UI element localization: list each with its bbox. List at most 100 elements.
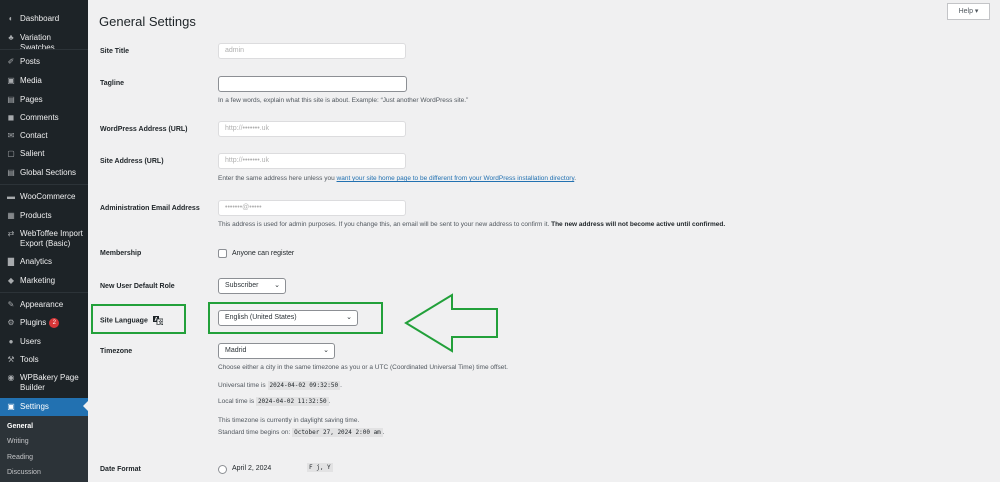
site-address-label: Site Address (URL): [100, 158, 164, 165]
dashboard-icon: ◐: [8, 14, 14, 23]
page-title: General Settings: [99, 14, 196, 29]
local-time-value: 2024-04-02 11:32:50: [255, 397, 329, 406]
select-value: Subscriber: [225, 282, 259, 289]
date-format-option-label: April 2, 2024: [232, 465, 272, 472]
swatches-icon: ♣: [8, 33, 14, 42]
anyone-can-register-label: Anyone can register: [232, 250, 295, 257]
default-role-label: New User Default Role: [100, 283, 175, 290]
site-language-label-highlight: [91, 304, 186, 334]
admin-email-input[interactable]: •••••••@•••••: [218, 200, 406, 216]
brush-icon: ✎: [7, 300, 15, 309]
analytics-icon: ▇: [7, 257, 15, 266]
site-address-description: Enter the same address here unless you w…: [218, 175, 576, 182]
import-export-icon: ⇄: [7, 229, 15, 238]
universal-time-label: Universal time is: [218, 382, 266, 389]
universal-time: Universal time is 2024-04-02 09:32:50.: [218, 381, 342, 390]
products-icon: ▦: [7, 211, 15, 220]
user-icon: ●: [8, 337, 14, 346]
date-format-label: Date Format: [100, 466, 141, 473]
site-title-input[interactable]: admin: [218, 43, 406, 59]
site-language-select-highlight: [208, 302, 383, 334]
site-address-help-link[interactable]: want your site home page to be different…: [337, 175, 575, 182]
local-time-label: Local time is: [218, 398, 255, 405]
admin-email-label: Administration Email Address: [100, 205, 200, 212]
settings-submenu: General Writing Reading Discussion: [0, 416, 88, 482]
desc-text: This address is used for admin purposes.…: [218, 221, 552, 228]
admin-sidebar: ◐ Dashboard ♣ Variation Swatches ✐ Posts ▣ M…: [0, 0, 89, 482]
submenu-discussion[interactable]: Discussion: [7, 469, 41, 476]
timezone-select[interactable]: Madrid ⌄: [218, 343, 335, 359]
submenu-reading[interactable]: Reading: [7, 454, 33, 461]
menu-label: Users: [20, 337, 41, 346]
menu-label: Global Sections: [20, 168, 77, 177]
local-time: Local time is 2024-04-02 11:32:50.: [218, 397, 331, 406]
submenu-general[interactable]: General: [7, 423, 33, 430]
menu-label: Settings: [20, 402, 49, 411]
standard-time: Standard time begins on: October 27, 202…: [218, 428, 385, 437]
active-indicator: [83, 400, 89, 412]
menu-wpbakery[interactable]: ◉ WPBakery Page Builder: [0, 373, 88, 393]
date-format-code-value: F j, Y: [307, 463, 333, 472]
menu-separator: [0, 49, 88, 50]
menu-label: Media: [20, 76, 42, 85]
update-count-badge: 2: [49, 318, 60, 328]
menu-label: Tools: [20, 355, 39, 364]
menu-separator: [0, 292, 88, 293]
menu-label: Products: [20, 211, 52, 220]
tagline-input[interactable]: [218, 76, 407, 92]
tagline-description: In a few words, explain what this site i…: [218, 97, 469, 104]
tagline-label: Tagline: [100, 80, 124, 87]
menu-label: WPBakery Page Builder: [20, 373, 79, 392]
envelope-icon: ✉: [7, 131, 15, 140]
site-address-input[interactable]: http://•••••••.uk: [218, 153, 406, 169]
select-value: Madrid: [225, 347, 247, 354]
menu-label: Marketing: [20, 276, 56, 285]
menu-label: Appearance: [20, 300, 64, 309]
desc-text: .: [574, 175, 577, 182]
pin-icon: ✐: [7, 57, 15, 66]
menu-label: Dashboard: [20, 14, 60, 23]
membership-label: Membership: [100, 250, 142, 257]
chevron-down-icon: ⌄: [274, 282, 280, 289]
date-format-radio[interactable]: [218, 465, 227, 474]
wpbakery-icon: ◉: [7, 373, 15, 382]
plugins-label: Plugins: [20, 318, 47, 328]
woocommerce-icon: ▬: [7, 192, 15, 201]
timezone-label: Timezone: [100, 348, 133, 355]
menu-label: Plugins 2: [20, 318, 86, 328]
date-format-code: F j, Y: [307, 463, 333, 472]
wp-address-input[interactable]: http://•••••••.uk: [218, 121, 406, 137]
submenu-writing[interactable]: Writing: [7, 438, 29, 445]
pages-icon: ▤: [7, 95, 15, 104]
menu-settings[interactable]: ▣ Settings: [0, 398, 89, 416]
menu-label: Posts: [20, 57, 41, 66]
menu-separator: [0, 184, 88, 185]
help-tab-button[interactable]: Help ▾: [947, 3, 990, 20]
media-icon: ▣: [7, 76, 15, 85]
timezone-description: Choose either a city in the same timezon…: [218, 364, 508, 371]
menu-label: WooCommerce: [20, 192, 76, 201]
chevron-down-icon: ⌄: [323, 347, 329, 354]
menu-label: Comments: [20, 113, 59, 122]
anyone-can-register-checkbox[interactable]: [218, 249, 227, 258]
admin-email-description: This address is used for admin purposes.…: [218, 221, 725, 228]
default-role-select[interactable]: Subscriber ⌄: [218, 278, 286, 294]
menu-label: Contact: [20, 131, 48, 140]
menu-label: Analytics: [20, 257, 53, 266]
menu-webtoffee-import-export[interactable]: ⇄ WebToffee Import Export (Basic): [0, 229, 88, 249]
menu-label: WebToffee Import Export (Basic): [20, 229, 83, 248]
universal-time-value: 2024-04-02 09:32:50: [267, 381, 341, 390]
comment-icon: ◼: [7, 113, 15, 122]
menu-label: Salient: [20, 149, 45, 158]
salient-icon: ▢: [7, 149, 15, 158]
dst-note: This timezone is currently in daylight s…: [218, 417, 360, 424]
plugin-icon: ⚙: [7, 318, 15, 327]
sections-icon: ▤: [7, 168, 15, 177]
menu-label: Pages: [20, 95, 43, 104]
standard-time-label: Standard time begins on:: [218, 429, 291, 436]
settings-icon: ▣: [7, 402, 15, 411]
standard-time-value: October 27, 2024 2:00 am: [292, 428, 383, 437]
megaphone-icon: ◆: [7, 276, 15, 285]
site-title-label: Site Title: [100, 48, 130, 55]
menu-label: Variation Swatches: [20, 33, 55, 52]
